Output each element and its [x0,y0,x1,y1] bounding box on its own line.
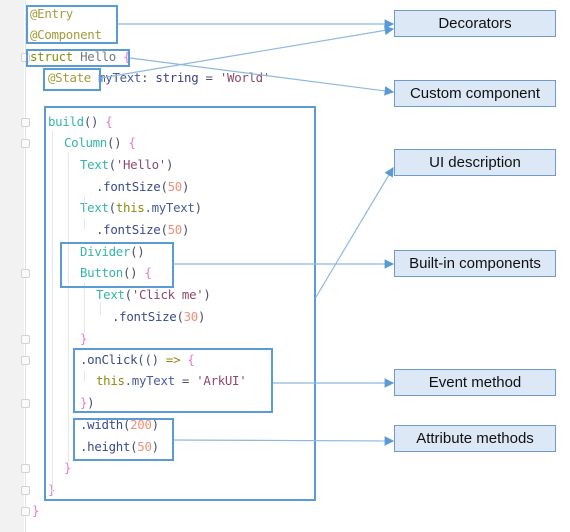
label-built-in-components: Built-in components [394,250,556,277]
arrow-attribute [173,436,395,446]
label-attribute-methods: Attribute methods [394,425,556,452]
label-event-method: Event method [394,369,556,396]
label-ui-description: UI description [394,149,556,176]
arrow-custom-component [129,57,395,96]
label-decorators: Decorators [394,10,556,37]
label-custom-component: Custom component [394,80,556,107]
arrow-state-decorators [100,25,395,79]
arrow-ui-description [315,166,394,298]
